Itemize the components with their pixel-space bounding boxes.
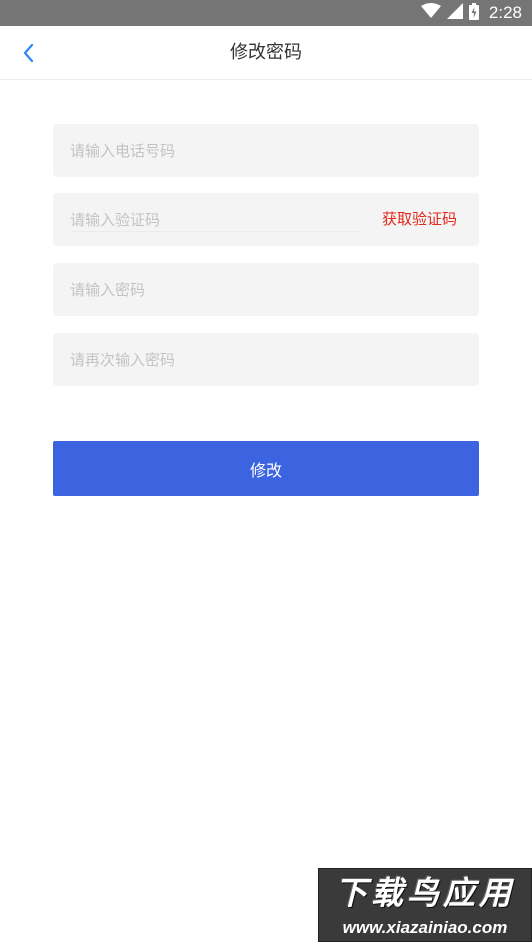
status-icons: 2:28: [420, 0, 522, 26]
verification-code-field: 获取验证码: [53, 193, 479, 246]
status-bar: 2:28: [0, 0, 532, 26]
submit-button[interactable]: 修改: [53, 441, 479, 496]
watermark-title: 下载鸟应用: [334, 874, 515, 912]
password-field: [53, 263, 479, 316]
signal-icon: [446, 3, 463, 23]
phone-field: [53, 124, 479, 177]
code-input-underline: [70, 231, 360, 232]
back-button[interactable]: [16, 40, 42, 66]
get-code-button[interactable]: 获取验证码: [382, 193, 457, 246]
confirm-password-field: [53, 333, 479, 386]
page-title: 修改密码: [230, 42, 302, 63]
battery-icon: [468, 2, 479, 24]
watermark-logo: 下载鸟应用 www.xiazainiao.com: [318, 868, 532, 942]
header: 修改密码: [0, 26, 532, 80]
wifi-icon: [420, 3, 441, 23]
password-input[interactable]: [53, 263, 479, 316]
confirm-password-input[interactable]: [53, 333, 479, 386]
chevron-left-icon: [23, 43, 34, 63]
watermark-url: www.xiazainiao.com: [342, 918, 508, 937]
phone-input[interactable]: [53, 124, 479, 177]
verification-code-input[interactable]: [53, 193, 363, 246]
status-time: 2:28: [488, 3, 522, 22]
